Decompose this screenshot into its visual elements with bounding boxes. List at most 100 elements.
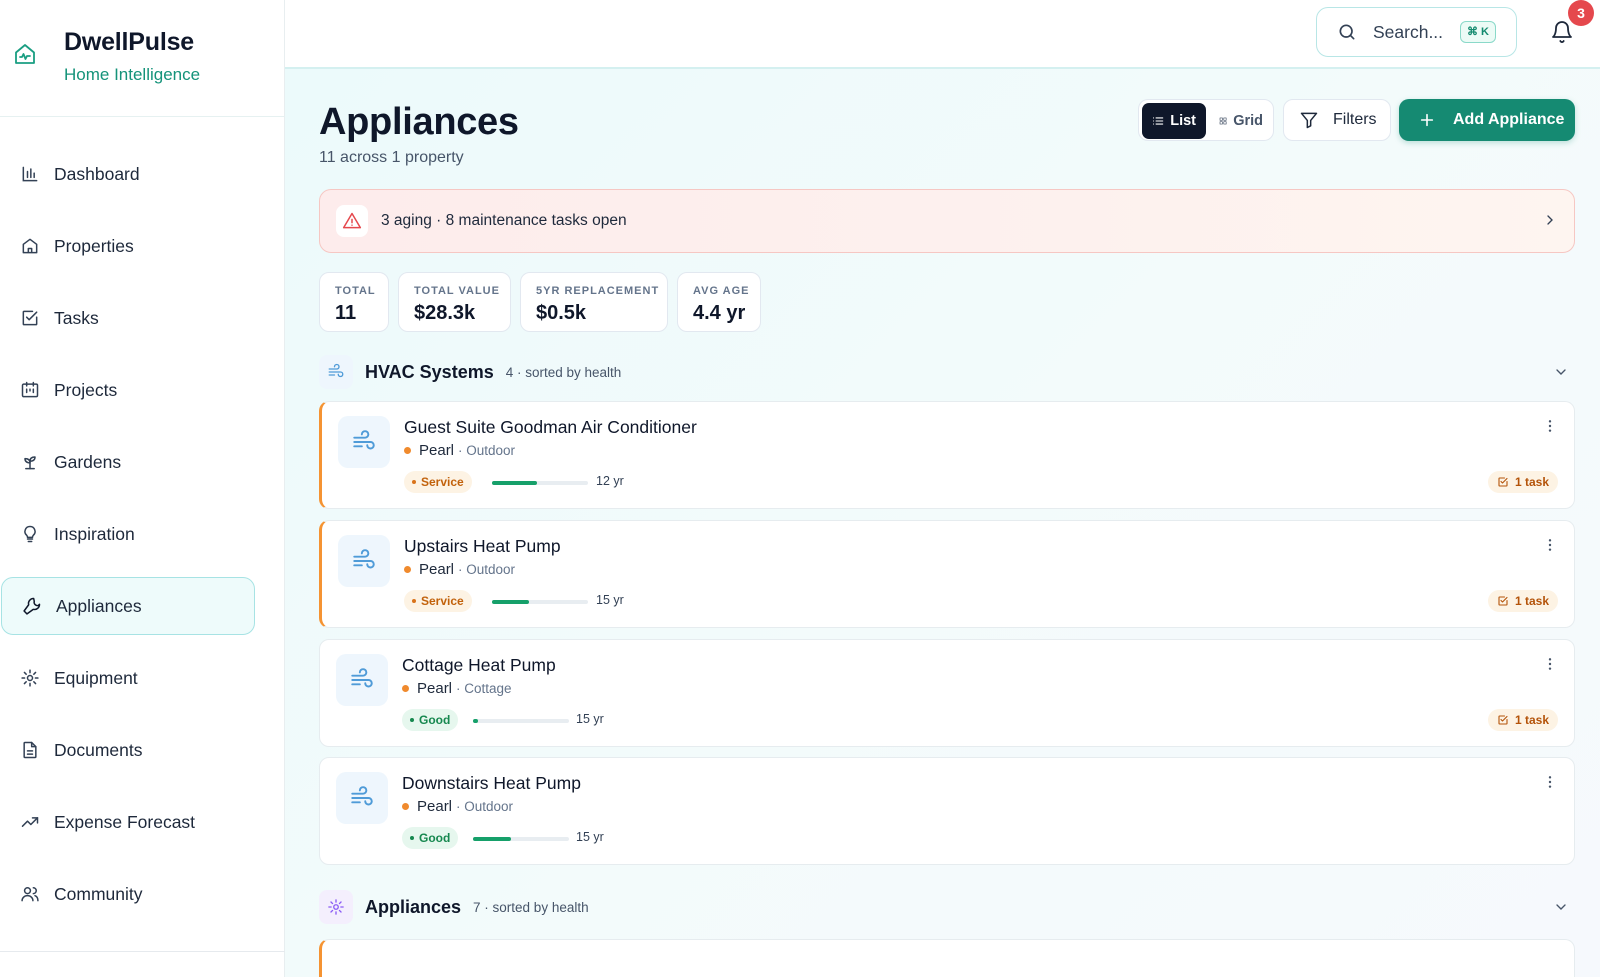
appliance-location: Pearl · Outdoor	[402, 798, 513, 815]
view-toggle: List Grid	[1138, 99, 1274, 141]
view-list-button[interactable]: List	[1142, 103, 1206, 139]
add-appliance-label: Add Appliance	[1453, 111, 1565, 128]
task-count-badge[interactable]: 1 task	[1487, 709, 1558, 731]
brand: DwellPulse Home Intelligence	[0, 0, 284, 117]
bar-chart-icon	[22, 166, 38, 182]
stat-label: TOTAL	[335, 285, 376, 297]
maintenance-alert[interactable]: 3 aging · 8 maintenance tasks open	[319, 189, 1575, 253]
sidebar-item-label: Appliances	[56, 595, 142, 616]
appliance-card[interactable]: Cottage Heat Pump Pearl · Cottage Good 1…	[319, 639, 1575, 747]
health-bar-fill	[473, 719, 478, 723]
main-content: Appliances 11 across 1 property List Gri…	[285, 69, 1600, 977]
search-box[interactable]: Search... ⌘ K	[1316, 7, 1517, 57]
lightbulb-icon	[24, 525, 36, 543]
appliance-age: 15 yr	[576, 830, 604, 844]
health-bar	[492, 481, 588, 485]
list-icon	[1152, 117, 1164, 125]
calendar-icon	[21, 381, 39, 398]
sidebar-item-equipment[interactable]: Equipment	[0, 649, 255, 707]
sidebar-item-label: Dashboard	[54, 163, 140, 184]
group-icon-wrap	[319, 890, 353, 924]
sidebar-item-label: Expense Forecast	[54, 811, 196, 832]
appliance-card[interactable]: Guest Suite Goodman Air Conditioner Pear…	[319, 401, 1575, 509]
sprout-icon	[24, 456, 36, 470]
sidebar-item-label: Gardens	[54, 451, 122, 472]
location-name: · Outdoor	[456, 799, 514, 814]
sidebar-item-label: Community	[54, 883, 143, 904]
health-bar	[473, 719, 569, 723]
status-badge: Good	[402, 709, 459, 731]
appliance-card[interactable]: Downstairs Heat Pump Pearl · Outdoor Goo…	[319, 757, 1575, 865]
chevron-down-icon	[1556, 904, 1566, 910]
stat-5yr-replacement: 5YR REPLACEMENT $0.5k	[520, 272, 668, 332]
property-dot	[404, 447, 411, 454]
bell-icon[interactable]	[1550, 20, 1574, 44]
task-count-badge[interactable]: 1 task	[1487, 471, 1558, 493]
stat-label: AVG AGE	[693, 285, 750, 297]
property-name: Pearl	[417, 798, 453, 815]
stat-label: 5YR REPLACEMENT	[536, 285, 660, 297]
gear-icon	[21, 669, 39, 687]
sidebar-item-dashboard[interactable]: Dashboard	[0, 145, 255, 203]
chevron-right-icon	[1547, 215, 1553, 225]
property-dot	[402, 685, 409, 692]
health-bar	[473, 837, 569, 841]
property-name: Pearl	[417, 680, 453, 697]
sidebar-item-gardens[interactable]: Gardens	[0, 433, 255, 491]
task-count-label: 1 task	[1514, 475, 1549, 489]
task-count-label: 1 task	[1514, 594, 1549, 608]
status-label: Service	[421, 594, 464, 608]
status-dot	[412, 599, 416, 603]
property-dot	[404, 566, 411, 573]
sidebar-item-appliances[interactable]: Appliances	[1, 577, 255, 635]
more-vertical-icon[interactable]	[1542, 536, 1558, 554]
stat-value: $0.5k	[536, 302, 587, 324]
sidebar-item-community[interactable]: Community	[0, 865, 255, 923]
sidebar-item-label: Projects	[54, 379, 118, 400]
appliance-age: 15 yr	[576, 712, 604, 726]
sidebar-item-tasks[interactable]: Tasks	[0, 289, 255, 347]
health-bar-fill	[492, 600, 530, 604]
sidebar-item-documents[interactable]: Documents	[0, 721, 255, 779]
sidebar-item-inspiration[interactable]: Inspiration	[0, 505, 255, 563]
status-label: Good	[419, 713, 451, 727]
alert-icon-wrap	[336, 205, 368, 237]
appliance-location: Pearl · Cottage	[402, 680, 512, 697]
sidebar-item-properties[interactable]: Properties	[0, 217, 255, 275]
add-appliance-button[interactable]: Add Appliance	[1399, 99, 1575, 141]
warning-triangle-icon	[342, 212, 362, 229]
more-vertical-icon[interactable]	[1542, 773, 1558, 791]
check-square-icon	[1498, 715, 1508, 725]
stat-total: TOTAL 11	[319, 272, 389, 332]
stat-total-value: TOTAL VALUE $28.3k	[398, 272, 511, 332]
group-title: HVAC Systems	[365, 361, 494, 382]
search-icon	[1339, 24, 1355, 40]
status-label: Good	[419, 831, 451, 845]
stat-value: 4.4 yr	[693, 302, 746, 324]
sidebar-item-expense-forecast[interactable]: Expense Forecast	[0, 793, 255, 851]
group-title: Appliances	[365, 896, 462, 917]
task-count-label: 1 task	[1514, 713, 1549, 727]
view-grid-button[interactable]: Grid	[1209, 103, 1273, 139]
filters-button[interactable]: Filters	[1283, 99, 1391, 141]
location-name: · Cottage	[456, 681, 512, 696]
task-count-badge[interactable]: 1 task	[1487, 590, 1558, 612]
stat-avg-age: AVG AGE 4.4 yr	[677, 272, 761, 332]
more-vertical-icon[interactable]	[1542, 417, 1558, 435]
group-header-hvac[interactable]: HVAC Systems 4 · sorted by health	[319, 352, 1575, 392]
appliance-card[interactable]: Upstairs Heat Pump Pearl · Outdoor Servi…	[319, 520, 1575, 628]
more-vertical-icon[interactable]	[1542, 655, 1558, 673]
sidebar-divider	[0, 951, 285, 952]
stat-value: 11	[335, 302, 357, 324]
sidebar-item-projects[interactable]: Projects	[0, 361, 255, 419]
appliance-card[interactable]	[319, 939, 1575, 977]
wind-icon	[353, 430, 375, 450]
alert-text: 3 aging · 8 maintenance tasks open	[381, 212, 627, 229]
group-icon-wrap	[319, 355, 353, 389]
appliance-icon-wrap	[338, 416, 390, 468]
group-header-appliances[interactable]: Appliances 7 · sorted by health	[319, 887, 1575, 927]
stat-label: TOTAL VALUE	[414, 285, 500, 297]
home-logo-icon	[15, 44, 35, 64]
document-icon	[23, 741, 37, 759]
appliance-age: 15 yr	[596, 593, 624, 607]
